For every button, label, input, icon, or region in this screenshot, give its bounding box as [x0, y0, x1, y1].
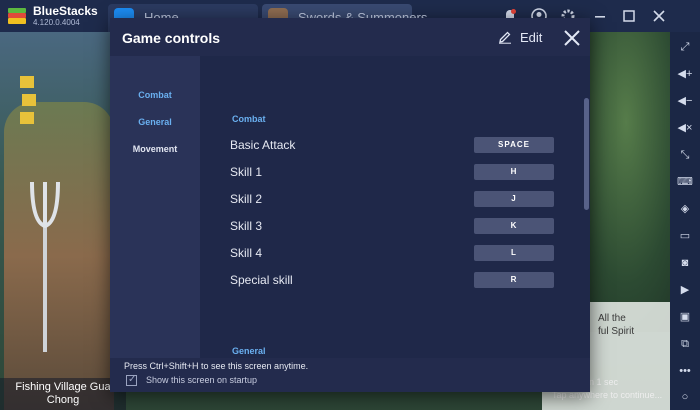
volume-up-icon[interactable]: ◀+ — [674, 63, 696, 85]
screenshot-icon[interactable]: ◙ — [674, 252, 696, 274]
quest-text-line1: All the — [598, 313, 626, 324]
nav-item-general[interactable]: General — [110, 117, 200, 127]
category-nav: Combat General Movement — [110, 56, 200, 358]
dialog-close-icon[interactable] — [560, 26, 584, 50]
shortcut-hint: Press Ctrl+Shift+H to see this screen an… — [124, 361, 309, 371]
control-label-skill-1: Skill 1 — [230, 165, 263, 179]
resize-icon[interactable]: ⤡ — [674, 144, 696, 166]
close-icon[interactable] — [649, 6, 669, 26]
pencil-icon — [499, 31, 511, 44]
dialog-header: Game controls Edit — [110, 18, 590, 56]
character-name-line1: Fishing Village Gua — [15, 381, 111, 393]
quest-text-line2: ful Spirit — [598, 326, 635, 337]
key-chip-skill-1[interactable]: H — [474, 164, 554, 180]
game-controls-dialog: Game controls Edit Combat General Moveme… — [110, 18, 590, 392]
coin-stack-icon — [20, 76, 36, 124]
section-heading-combat: Combat — [232, 114, 266, 124]
edit-button[interactable]: Edit — [498, 28, 546, 48]
dialog-footer: Press Ctrl+Shift+H to see this screen an… — [110, 358, 590, 392]
control-label-special-skill: Special skill — [230, 273, 293, 287]
dialog-title: Game controls — [122, 30, 221, 46]
bluestacks-logo-icon — [8, 8, 26, 24]
show-on-startup-label[interactable]: Show this screen on startup — [146, 375, 257, 385]
show-on-startup-checkbox[interactable]: ✓ — [126, 374, 137, 386]
key-chip-basic-attack[interactable]: SPACE — [474, 137, 554, 153]
fullscreen-icon[interactable]: ⤢ — [674, 36, 696, 58]
copy-icon[interactable]: ⧉ — [674, 333, 696, 355]
mute-icon[interactable]: ◀× — [674, 117, 696, 139]
key-chip-special-skill[interactable]: R — [474, 272, 554, 288]
scrollbar[interactable] — [584, 98, 589, 210]
key-chip-skill-3[interactable]: K — [474, 218, 554, 234]
key-chip-skill-4[interactable]: L — [474, 245, 554, 261]
control-label-skill-2: Skill 2 — [230, 192, 263, 206]
more-icon[interactable]: ••• — [674, 360, 696, 382]
volume-down-icon[interactable]: ◀− — [674, 90, 696, 112]
control-label-basic-attack: Basic Attack — [230, 138, 296, 152]
control-label-skill-4: Skill 4 — [230, 246, 263, 260]
right-toolbar: ⤢ ◀+ ◀− ◀× ⤡ ⌨ ◈ ▭ ◙ ▶ ▣ ⧉ ••• ← ○ — [670, 32, 700, 410]
location-icon[interactable]: ◈ — [674, 198, 696, 220]
nav-item-movement[interactable]: Movement — [110, 144, 200, 154]
maximize-icon[interactable] — [619, 6, 639, 26]
controls-list: Combat Basic Attack SPACE Skill 1 H Skil… — [200, 56, 590, 358]
keyboard-icon[interactable]: ⌨ — [674, 171, 696, 193]
nav-item-combat[interactable]: Combat — [110, 90, 200, 100]
checkmark-icon: ✓ — [128, 374, 137, 385]
home-circle-icon[interactable]: ○ — [674, 386, 696, 408]
apk-install-icon[interactable]: ▭ — [674, 225, 696, 247]
app-name: BlueStacks — [33, 4, 98, 18]
edit-label: Edit — [520, 30, 543, 45]
trident-weapon — [30, 182, 60, 352]
minimize-icon[interactable] — [590, 6, 610, 26]
character-name-label: Fishing Village Gua Chong — [0, 378, 126, 410]
control-label-skill-3: Skill 3 — [230, 219, 263, 233]
section-heading-general: General — [232, 346, 266, 356]
files-icon[interactable]: ▣ — [674, 306, 696, 328]
app-version: 4.120.0.4004 — [33, 18, 80, 27]
character-name-line2: Chong — [46, 394, 80, 406]
key-chip-skill-2[interactable]: J — [474, 191, 554, 207]
record-icon[interactable]: ▶ — [674, 279, 696, 301]
